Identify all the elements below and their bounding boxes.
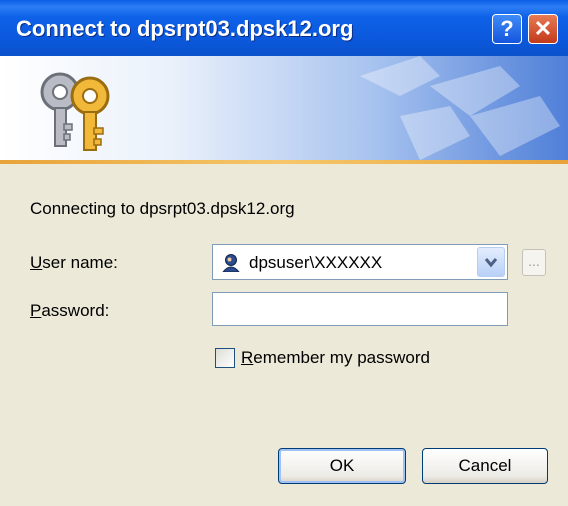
banner-divider <box>0 160 568 164</box>
remember-label-text: emember my password <box>253 348 430 367</box>
keys-icon <box>40 72 110 151</box>
close-button[interactable]: ✕ <box>528 14 558 44</box>
username-value: dpsuser\XXXXXX <box>249 253 383 272</box>
username-combobox[interactable]: dpsuser\XXXXXX <box>212 244 508 280</box>
dialog-title: Connect to dpsrpt03.dpsk12.org <box>16 16 354 41</box>
ok-button[interactable]: OK <box>278 448 406 484</box>
connect-dialog: Connect to dpsrpt03.dpsk12.org ? ✕ Conne… <box>0 0 568 506</box>
connecting-message: Connecting to dpsrpt03.dpsk12.org <box>30 199 295 218</box>
title-bar[interactable]: Connect to dpsrpt03.dpsk12.org ? ✕ <box>0 0 568 56</box>
help-button[interactable]: ? <box>492 14 522 44</box>
username-label-text: ser name: <box>42 253 118 272</box>
password-label: Password: <box>30 301 109 321</box>
remember-password-checkbox[interactable] <box>215 348 235 368</box>
remember-label-accesskey: R <box>241 348 254 367</box>
username-label: User name: <box>30 253 118 273</box>
cancel-button[interactable]: Cancel <box>422 448 548 484</box>
user-avatar-icon <box>222 254 240 272</box>
chevron-down-icon <box>484 258 498 268</box>
password-label-text: assword: <box>41 301 110 320</box>
password-input[interactable] <box>212 292 508 326</box>
dialog-banner <box>0 56 568 160</box>
username-dropdown-button[interactable] <box>477 247 505 277</box>
username-label-accesskey: U <box>30 253 43 272</box>
browse-button[interactable]: ... <box>522 249 546 276</box>
password-label-accesskey: P <box>30 301 42 320</box>
remember-password-label[interactable]: Remember my password <box>241 348 430 368</box>
